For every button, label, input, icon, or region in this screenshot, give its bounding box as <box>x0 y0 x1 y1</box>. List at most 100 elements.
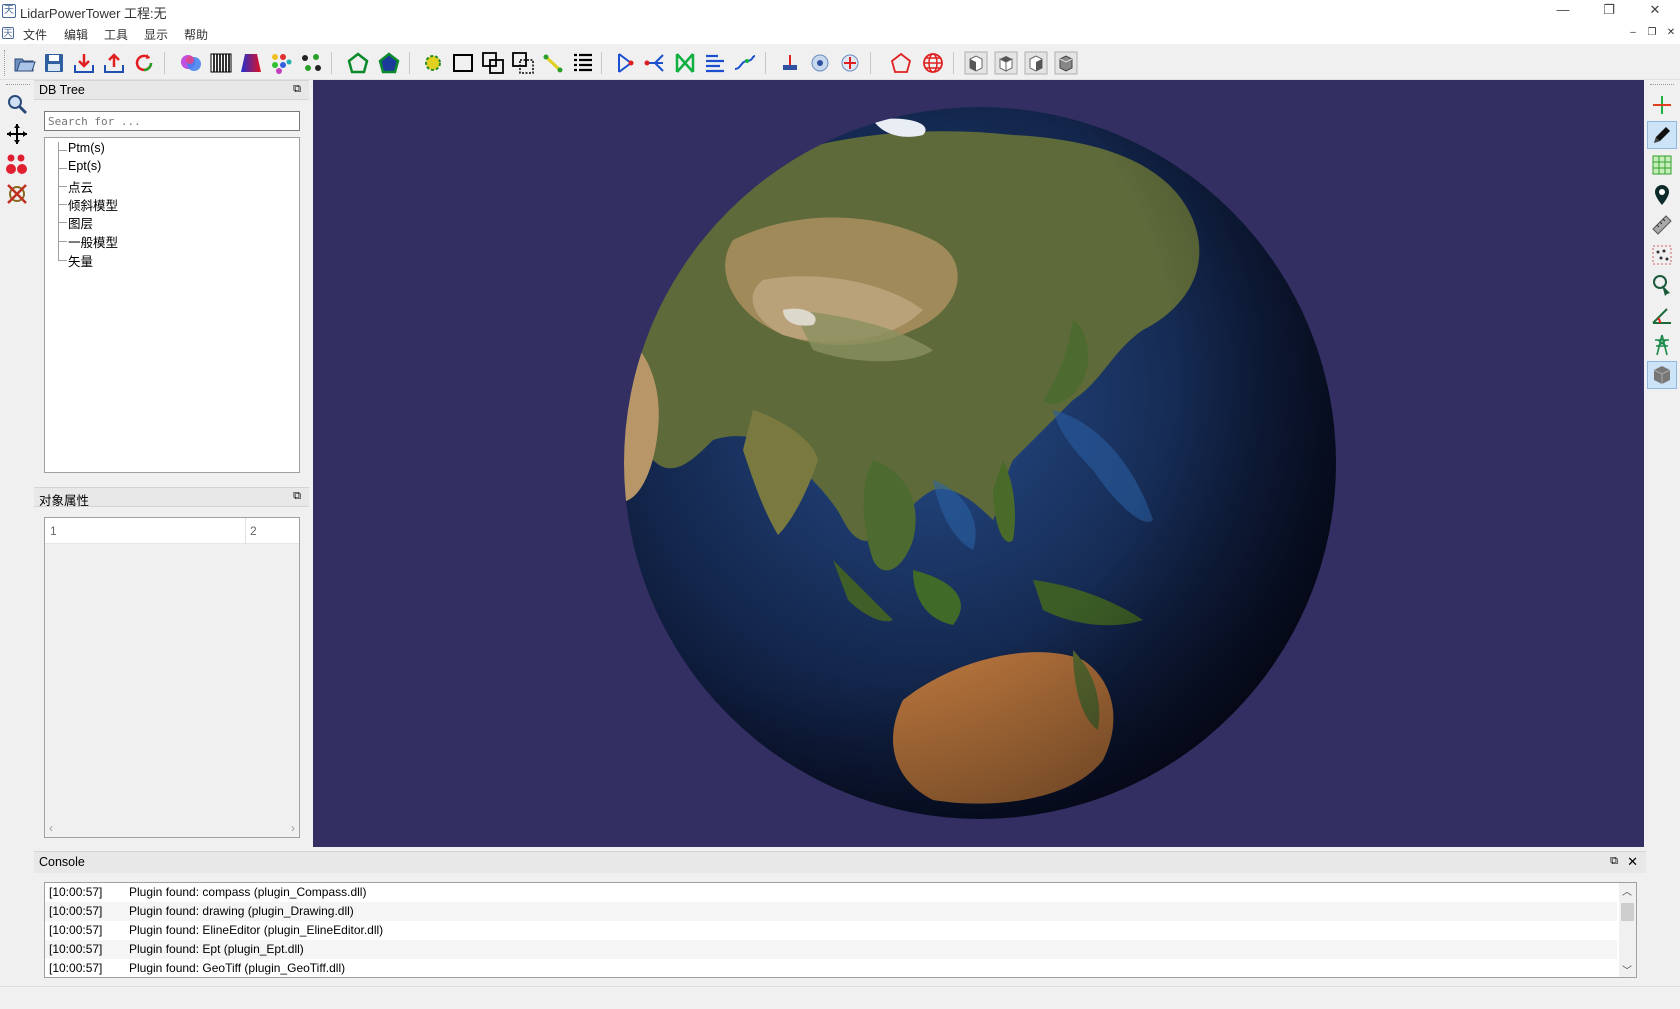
mdi-close-button[interactable]: ✕ <box>1664 26 1678 40</box>
branch-icon[interactable] <box>642 50 668 76</box>
grid-globe-icon[interactable] <box>920 50 946 76</box>
view-right-icon[interactable] <box>1023 50 1049 76</box>
pan-icon[interactable] <box>4 121 30 147</box>
save-icon[interactable] <box>41 50 67 76</box>
db-tree-search-input[interactable] <box>44 111 300 131</box>
barcode-icon[interactable] <box>208 50 234 76</box>
column-divider[interactable] <box>245 518 246 544</box>
mdi-restore-button[interactable]: ❐ <box>1645 26 1659 40</box>
pencil-icon[interactable] <box>1647 121 1677 149</box>
cube-icon[interactable] <box>1647 361 1677 389</box>
column-header[interactable]: 1 <box>50 524 57 538</box>
float-icon[interactable]: ⧉ <box>291 491 303 503</box>
rectangle-select-icon[interactable] <box>450 50 476 76</box>
red-dots-icon[interactable] <box>4 151 30 177</box>
globe-pin-icon[interactable] <box>837 50 863 76</box>
pick-point-icon[interactable] <box>1647 271 1677 299</box>
ruler-icon[interactable] <box>1647 211 1677 239</box>
scroll-left-icon[interactable]: ‹ <box>49 821 53 835</box>
location-pin-icon[interactable] <box>1647 181 1677 209</box>
float-icon[interactable]: ⧉ <box>291 84 303 96</box>
polygon-outline-icon[interactable] <box>345 50 371 76</box>
pentagon-icon[interactable] <box>888 50 914 76</box>
export-icon[interactable] <box>101 50 127 76</box>
refresh-icon[interactable] <box>131 50 157 76</box>
menu-display[interactable]: 显示 <box>144 26 168 43</box>
globe[interactable] <box>313 80 1644 847</box>
toolbar-separator <box>765 52 766 74</box>
segment-icon[interactable] <box>612 50 638 76</box>
toolbar-separator <box>601 52 602 74</box>
menu-tools[interactable]: 工具 <box>104 26 128 43</box>
scroll-right-icon[interactable]: › <box>291 821 295 835</box>
curve-icon[interactable] <box>732 50 758 76</box>
grid-icon[interactable] <box>1647 151 1677 179</box>
log-timestamp: [10:00:57] <box>49 904 103 918</box>
menu-file[interactable]: 文件 <box>23 26 47 43</box>
scroll-up-icon[interactable]: ︿ <box>1622 883 1632 898</box>
close-icon[interactable]: ✕ <box>1627 854 1638 870</box>
tree-item-ptm[interactable]: Ptm(s) <box>68 141 105 155</box>
menu-edit[interactable]: 编辑 <box>64 26 88 43</box>
view-top-icon[interactable] <box>993 50 1019 76</box>
line-snap-icon[interactable] <box>540 50 566 76</box>
point-grid-icon[interactable] <box>1647 241 1677 269</box>
column-header[interactable]: 2 <box>250 524 257 538</box>
tree-item-vector[interactable]: 矢量 <box>68 251 93 270</box>
mdi-app-icon: 天 <box>2 27 14 39</box>
properties-table-header: 1 2 <box>45 518 299 544</box>
scrollbar-thumb[interactable] <box>1621 903 1634 921</box>
marker-down-icon[interactable] <box>777 50 803 76</box>
tree-branch-line <box>58 150 67 151</box>
tree-branch-line <box>58 241 67 242</box>
angle-icon[interactable] <box>1647 301 1677 329</box>
tree-item-pointcloud[interactable]: 点云 <box>68 177 93 196</box>
3d-viewport[interactable] <box>313 80 1644 847</box>
point-select-icon[interactable] <box>420 50 446 76</box>
tower-icon[interactable] <box>1647 331 1677 359</box>
list-icon[interactable] <box>570 50 596 76</box>
properties-header: 对象属性 ⧉ <box>34 487 309 508</box>
db-tree-title: DB Tree <box>39 83 85 97</box>
scroll-down-icon[interactable]: ﹀ <box>1622 962 1632 977</box>
mdi-minimize-button[interactable]: – <box>1626 26 1640 40</box>
toolbar-grip[interactable] <box>4 50 7 76</box>
zoom-icon[interactable] <box>4 91 30 117</box>
tree-item-ept[interactable]: Ept(s) <box>68 159 101 173</box>
toolbar-separator <box>953 52 954 74</box>
horizontal-scrollbar[interactable]: ‹ › <box>45 821 299 837</box>
tree-branch-line <box>58 168 67 169</box>
tree-item-layer[interactable]: 图层 <box>68 213 93 232</box>
close-button[interactable]: ✕ <box>1632 0 1678 22</box>
status-bar <box>0 986 1680 1009</box>
console-header: Console ⧉ ✕ <box>34 851 1646 873</box>
tree-item-general-model[interactable]: 一般模型 <box>68 232 118 251</box>
tree-branch-line <box>58 222 67 223</box>
import-icon[interactable] <box>71 50 97 76</box>
difference-icon[interactable] <box>510 50 536 76</box>
vertical-scrollbar[interactable]: ︿ ﹀ <box>1619 883 1636 977</box>
target-icon[interactable] <box>807 50 833 76</box>
axis-cross-icon[interactable] <box>1647 91 1677 119</box>
cross-lines-icon[interactable] <box>672 50 698 76</box>
scatter-dots-icon[interactable] <box>298 50 324 76</box>
open-icon[interactable] <box>11 50 37 76</box>
union-icon[interactable] <box>480 50 506 76</box>
tree-item-oblique-model[interactable]: 倾斜模型 <box>68 195 118 214</box>
color-blend-icon[interactable] <box>178 50 204 76</box>
view-iso-icon[interactable] <box>1053 50 1079 76</box>
view-left-icon[interactable] <box>963 50 989 76</box>
clear-icon[interactable] <box>4 181 30 207</box>
db-tree-header: DB Tree ⧉ <box>34 80 309 100</box>
console-title: Console <box>39 855 85 869</box>
float-icon[interactable]: ⧉ <box>1610 855 1618 868</box>
menu-help[interactable]: 帮助 <box>184 26 208 43</box>
trapezoid-icon[interactable] <box>238 50 264 76</box>
align-icon[interactable] <box>702 50 728 76</box>
minimize-button[interactable]: — <box>1540 0 1586 22</box>
restore-button[interactable]: ❐ <box>1586 0 1632 22</box>
right-toolbar-grip[interactable] <box>1650 84 1674 86</box>
polygon-filled-icon[interactable] <box>376 50 402 76</box>
left-toolbar-grip[interactable] <box>6 84 30 86</box>
color-dots-icon[interactable] <box>268 50 294 76</box>
